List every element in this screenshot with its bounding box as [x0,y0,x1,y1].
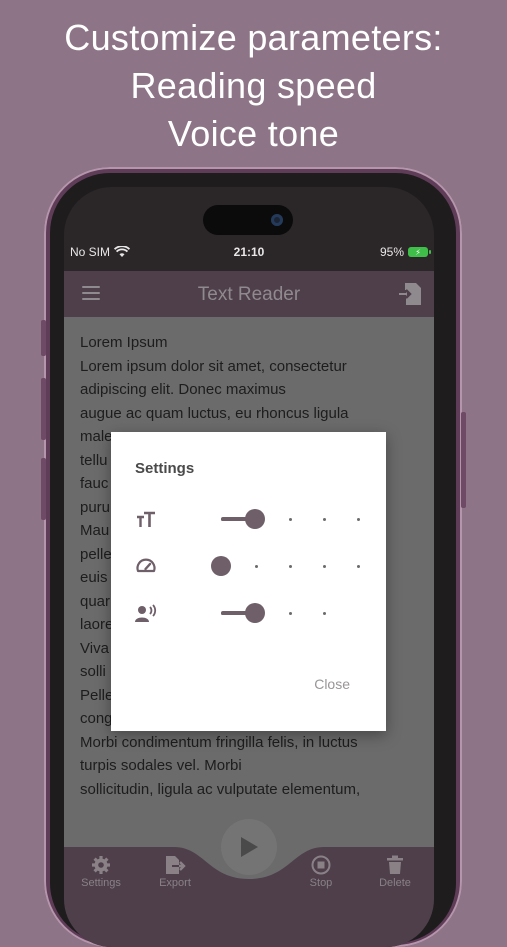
status-bar: No SIM 21:10 95% ⚡ [64,245,434,265]
slider-tick [289,565,292,568]
slider-tick [255,565,258,568]
tab-export-label: Export [159,877,191,889]
trash-icon [387,855,403,874]
close-button[interactable]: Close [314,676,350,692]
dynamic-island [203,205,293,235]
reading-speed-row [135,553,365,579]
settings-dialog-title: Settings [135,460,195,477]
app-bar: Text Reader [64,271,434,317]
slider-tick [323,612,326,615]
play-icon [241,837,258,857]
bottom-nav: Settings Export Stop Delete [64,819,434,947]
slider-tick [357,518,360,521]
slider-tick [289,612,292,615]
voice-tone-slider[interactable] [189,600,379,626]
camera-icon [271,214,283,226]
tab-delete[interactable]: Delete [365,855,425,889]
slider-tick [289,518,292,521]
tab-settings-label: Settings [81,877,121,889]
phone-volume-down-button [41,458,46,520]
tab-export[interactable]: Export [145,855,205,889]
speedometer-icon [136,558,156,573]
tab-delete-label: Delete [379,877,411,889]
voice-tone-row [135,600,365,626]
document-line: sollicitudin, ligula ac vulputate elemen… [80,780,361,798]
document-line: Morbi condimentum fringilla felis, in lu… [80,733,358,751]
play-button[interactable] [221,819,277,875]
slider-thumb[interactable] [211,556,231,576]
import-file-icon[interactable] [398,281,422,307]
tab-settings[interactable]: Settings [71,855,131,889]
app-title: Text Reader [197,284,301,305]
slider-tick [357,565,360,568]
stop-icon [311,855,331,875]
slider-tick [323,518,326,521]
phone-action-button [41,320,46,356]
promo-line-1: Customize parameters: [64,17,443,58]
text-size-row [135,506,365,532]
battery-icon: ⚡ [408,247,431,257]
document-line: augue ac quam luctus, eu rhoncus ligula [80,404,349,422]
document-line: Lorem Ipsum [80,334,168,351]
promo-line-3: Voice tone [167,113,340,154]
settings-dialog: Settings Close [111,432,386,731]
phone-power-button [461,412,466,508]
clock: 21:10 [233,245,265,259]
tab-stop-label: Stop [309,877,333,889]
document-line: turpis sodales vel. Morbi [80,757,242,774]
slider-thumb[interactable] [245,603,265,623]
gear-icon [92,856,110,874]
slider-tick [323,565,326,568]
document-line: adipiscing elit. Donec maximus [80,381,286,398]
promo-headline: Customize parameters: Reading speed Voic… [0,14,507,158]
text-size-slider[interactable] [189,506,379,532]
reading-speed-slider[interactable] [189,553,379,579]
tab-stop[interactable]: Stop [291,855,351,889]
slider-thumb[interactable] [245,509,265,529]
battery-percent: 95% [379,245,404,259]
export-file-icon [166,856,186,874]
document-line: Lorem ipsum dolor sit amet, consectetur [80,357,347,375]
phone-volume-up-button [41,378,46,440]
text-size-icon [137,511,155,527]
promo-line-2: Reading speed [130,65,377,106]
voice-icon [135,604,157,622]
